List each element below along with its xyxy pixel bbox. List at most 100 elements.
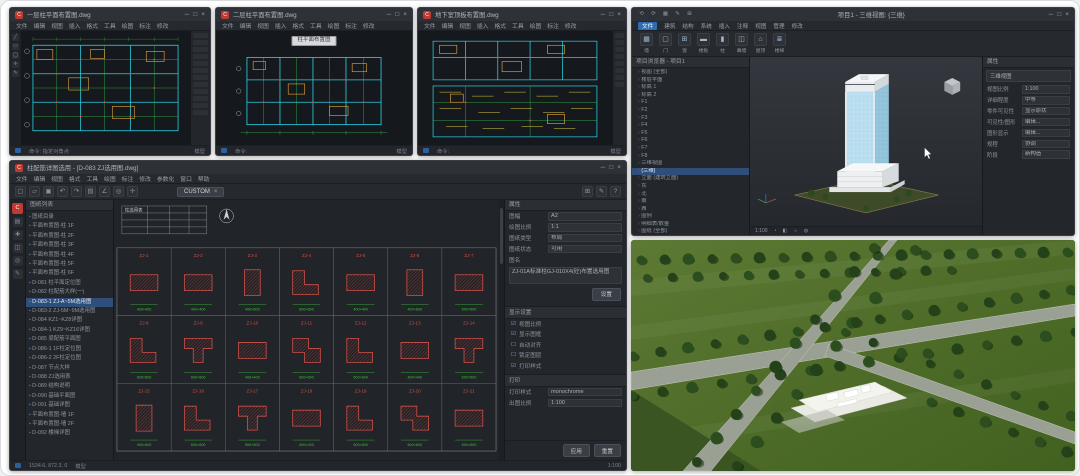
browser-item[interactable]: F3 [632,115,749,123]
quick-tool-icon[interactable]: ⊞ [685,10,694,19]
property-value-field[interactable]: 协调 [1022,139,1070,149]
sheet-tree-item[interactable]: D-085 梁配筋平面图 [26,335,113,344]
menu-item[interactable]: 视图 [459,21,471,30]
menu-item[interactable]: 修改 [157,21,169,30]
model-tab[interactable]: 模型 [75,462,86,470]
close-button[interactable]: × [1065,11,1069,18]
maximize-button[interactable]: □ [395,11,399,18]
detail-cell[interactable]: ZJ-2 400×400 [170,247,226,316]
drawing-canvas[interactable] [418,31,612,145]
erase-tool-icon[interactable]: ✎ [12,70,19,77]
detail-cell[interactable]: ZJ-14 600×500 [441,315,497,384]
browser-item[interactable]: 标高 1 [632,84,749,92]
sheet-tree-item[interactable]: D-084 KZ1~KZ8详图 [26,316,113,325]
menu-item[interactable]: 文件 [424,21,436,30]
detail-cell[interactable]: ZJ-9 600×500 [170,315,226,384]
sheet-tree-item[interactable]: D-083-2 ZJ-5M~9M选用图 [26,307,113,316]
menu-item[interactable]: 插入 [275,21,287,30]
type-selector[interactable]: 三维视图 [986,70,1071,82]
browser-item[interactable]: 立面 (建筑立面) [632,175,749,183]
bim-3d-viewport[interactable]: 1:100 ◔ ◧ ☼ ◍ [750,57,982,235]
detail-cell[interactable]: ZJ-16 600×600 [170,383,226,452]
browser-item[interactable]: F5 [632,130,749,138]
detail-cell[interactable]: ZJ-19 600×500 [333,383,388,452]
ribbon-tab[interactable]: 结构 [682,22,693,30]
menu-item[interactable]: 编辑 [34,174,46,183]
zoom-level[interactable]: 1:100 [608,463,621,469]
maximize-button[interactable]: □ [609,164,613,171]
command-line[interactable]: 命令: [437,147,449,155]
ribbon-tool[interactable]: ▮ 柱 [716,33,729,54]
drawing-canvas[interactable]: 柱选用表 ZJ-1 400×400 ZJ-2 400×400 ZJ-3 400×600 ZJ… [114,200,504,460]
model-tab[interactable]: 模型 [610,147,621,155]
menu-item[interactable]: 插入 [69,21,81,30]
sheet-tree-item[interactable]: D-086-2 2F柱定位图 [26,354,113,363]
property-value-field[interactable]: 可用 [548,244,622,254]
ribbon-tab[interactable]: 注释 [737,22,748,30]
menu-item[interactable]: 窗口 [180,174,192,183]
ribbon-tool[interactable]: ▦ 墙 [640,33,653,54]
close-icon[interactable]: × [214,189,218,195]
ribbon-tool[interactable]: ⌂ 屋顶 [754,33,767,54]
checkbox-icon[interactable]: ☑ [511,321,516,327]
minimize-button[interactable]: ─ [601,164,606,171]
quick-tool-icon[interactable]: ⟳ [649,10,658,19]
sheet-tree-item[interactable]: 平面布置图-柱 5F [26,260,113,269]
ribbon-tab[interactable]: 文件 [638,21,658,30]
status-chip[interactable] [15,463,21,468]
minimize-button[interactable]: ─ [185,11,190,18]
close-button[interactable]: × [403,11,407,18]
menu-item[interactable]: 文件 [16,21,28,30]
menu-item[interactable]: 视图 [51,21,63,30]
detail-cell[interactable]: ZJ-20 600×600 [387,383,443,452]
browser-item[interactable]: {三维} [632,167,749,176]
sheet-tree-item[interactable]: D-089 结构说明 [26,382,113,391]
menu-item[interactable]: 绘图 [328,21,340,30]
titlebar[interactable]: C 一层柱平面布置图.dwg ─ □ × [10,8,210,21]
drawing-title-label[interactable]: 柱平面布置图 [291,36,337,46]
quick-tool-icon[interactable]: ▦ [661,10,670,19]
property-value-field[interactable]: 显示原状 [1022,106,1070,116]
visual-style-icon[interactable]: ◧ [783,228,788,234]
sheet-tree-item[interactable]: 平面布置图-墙 2F [26,420,113,429]
tool-icon[interactable]: ▣ [43,186,54,197]
property-value-field[interactable]: 1:100 [1022,85,1070,94]
browser-item[interactable]: F4 [632,122,749,130]
browser-item[interactable]: F1 [632,99,749,107]
menu-item[interactable]: 修改 [139,174,151,183]
ribbon-tool[interactable]: ⊞ 窗 [678,33,691,54]
browser-item[interactable]: 南 [632,198,749,206]
tool-icon[interactable]: ∠ [99,186,110,197]
footer-button[interactable]: 重置 [593,444,621,457]
menu-item[interactable]: 绘图 [104,174,116,183]
detail-cell[interactable]: ZJ-4 600×600 [279,247,334,316]
sheet-tree-item[interactable]: 平面布置图-柱 6F [26,269,113,278]
sheet-tree-item[interactable]: D-092 楼梯详图 [26,429,113,438]
property-value-field[interactable]: 1:100 [548,398,622,408]
move-tool-icon[interactable]: ✛ [12,61,19,68]
option-row[interactable]: ☑ 视图比例 [505,319,626,329]
model-tab[interactable]: 模型 [396,147,407,155]
detail-cell[interactable]: ZJ-7 500×500 [441,247,497,316]
close-button[interactable]: × [201,11,205,18]
detail-cell[interactable]: ZJ-1 400×400 [116,247,172,316]
window-site-render[interactable] [631,240,1075,471]
property-value-field[interactable]: monochrome [548,387,622,397]
browser-item[interactable]: 楼层平面 [632,77,749,85]
vertical-scrollbar[interactable] [499,200,504,460]
menu-item[interactable]: 帮助 [198,174,210,183]
maximize-button[interactable]: □ [609,11,613,18]
option-row[interactable]: ☐ 锁定图层 [505,350,626,360]
menu-item[interactable]: 格式 [69,174,81,183]
menu-item[interactable]: 标注 [122,174,134,183]
sheet-tree-item[interactable]: D-087 节点大样 [26,364,113,373]
sheet-tree-item[interactable]: D-088 ZJ选用表 [26,373,113,382]
menu-item[interactable]: 工具 [86,174,98,183]
property-value-field[interactable]: 中等 [1022,96,1070,105]
menu-item[interactable]: 标注 [547,21,559,30]
ribbon-tool[interactable]: ≣ 楼梯 [773,33,786,54]
menu-item[interactable]: 插入 [477,21,489,30]
property-value-field[interactable]: 1:1 [548,223,622,232]
detail-cell[interactable]: ZJ-18 400×400 [279,383,334,452]
tool-icon[interactable]: ✛ [127,186,138,197]
